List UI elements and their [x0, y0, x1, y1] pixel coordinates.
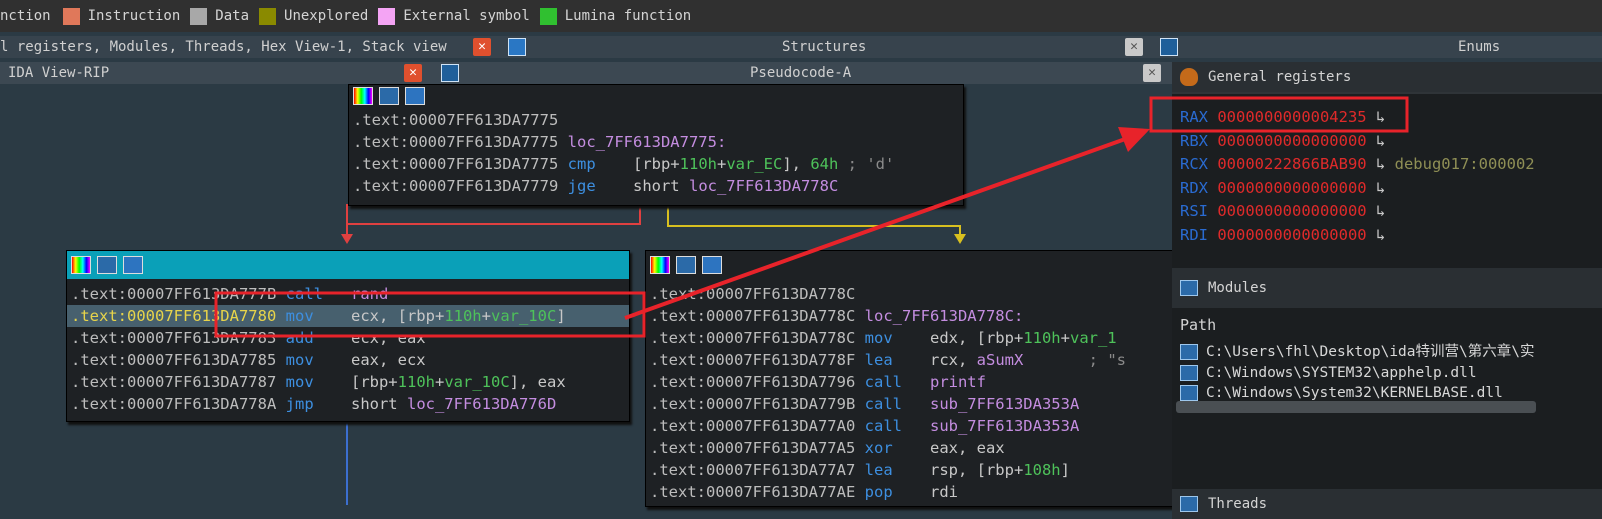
annotation-arrow-line — [624, 136, 1129, 320]
annotation-overlay — [214, 96, 1409, 338]
highlight-box-rax — [1149, 96, 1409, 133]
highlight-box-mov — [214, 291, 646, 338]
